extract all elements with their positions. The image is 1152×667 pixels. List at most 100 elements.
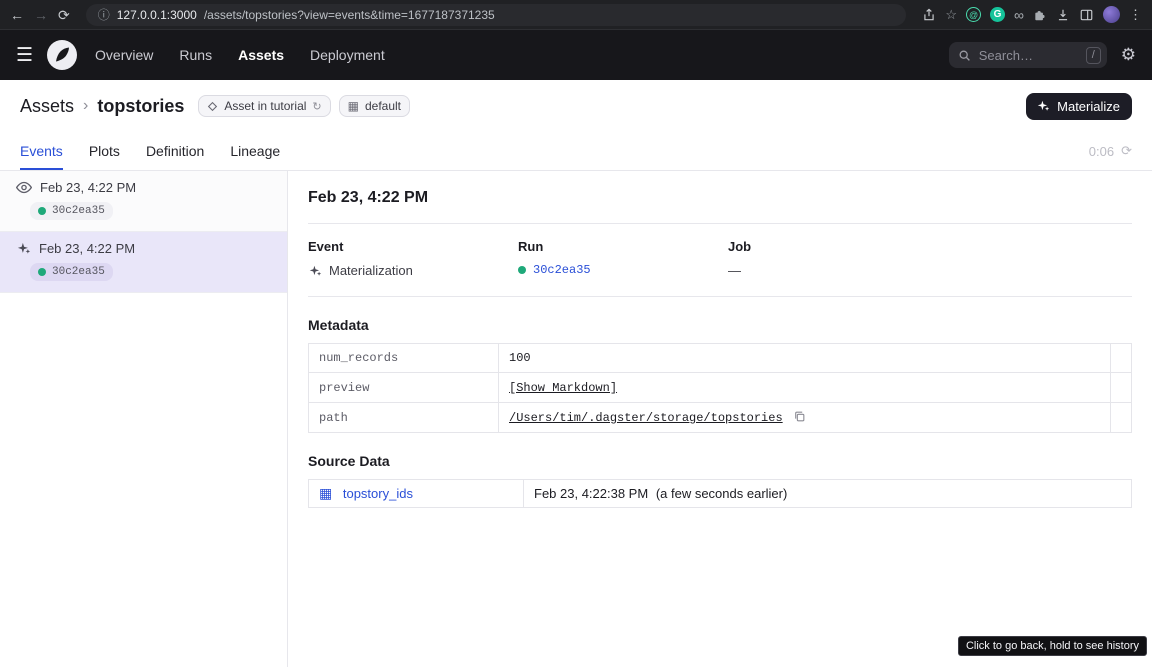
- table-row: ▦ topstory_ids Feb 23, 4:22:38 PM (a few…: [309, 480, 1132, 508]
- search-icon: [958, 49, 971, 62]
- run-tag: 30c2ea35: [30, 202, 113, 220]
- materialization-sparkle-icon: [308, 264, 322, 278]
- table-row: preview [Show Markdown]: [309, 373, 1132, 403]
- tab-events[interactable]: Events: [20, 132, 63, 170]
- main-nav: Overview Runs Assets Deployment: [95, 47, 385, 63]
- event-type-value: Materialization: [329, 263, 413, 278]
- app-nav-bar: ☰ Overview Runs Assets Deployment / ⚙: [0, 30, 1152, 80]
- content-area: Feb 23, 4:22 PM 30c2ea35 Feb 23, 4:22 PM: [0, 171, 1152, 667]
- search-input[interactable]: [977, 47, 1080, 64]
- event-detail-title: Feb 23, 4:22 PM: [308, 189, 1132, 207]
- spacer-cell: [1111, 403, 1132, 433]
- event-time: Feb 23, 4:22 PM: [40, 180, 136, 195]
- materialization-sparkle-icon: [16, 241, 31, 256]
- screen: ← → ⟳ ⓘ 127.0.0.1:3000 /assets/topstorie…: [0, 0, 1152, 667]
- table-row: path /Users/tim/.dagster/storage/topstor…: [309, 403, 1132, 433]
- job-column-label: Job: [728, 239, 1132, 254]
- refresh-icon[interactable]: ⟳: [1121, 143, 1132, 159]
- source-data-section-title: Source Data: [308, 453, 1132, 469]
- run-id: 30c2ea35: [52, 266, 105, 278]
- event-time: Feb 23, 4:22 PM: [39, 241, 135, 256]
- browser-reload-button[interactable]: ⟳: [58, 8, 70, 22]
- breadcrumb-separator: ›: [83, 97, 88, 115]
- tab-definition[interactable]: Definition: [146, 132, 204, 170]
- event-summary-columns: Event Materialization Run 30c2ea35: [308, 224, 1132, 296]
- metadata-table: num_records 100 preview [Show Markdown] …: [308, 343, 1132, 433]
- source-asset-link[interactable]: topstory_ids: [343, 486, 413, 501]
- breadcrumb-assets-link[interactable]: Assets: [20, 96, 74, 117]
- tag-label: default: [365, 99, 401, 113]
- dagster-logo[interactable]: [47, 40, 77, 70]
- browser-menu-icon[interactable]: ⋮: [1129, 7, 1142, 23]
- url-path: /assets/topstories?view=events&time=1677…: [204, 8, 495, 22]
- tag-refresh-icon[interactable]: ↻: [312, 100, 321, 113]
- browser-profile-avatar[interactable]: [1103, 6, 1120, 23]
- nav-item-deployment[interactable]: Deployment: [310, 47, 385, 63]
- refresh-timer: 0:06: [1089, 144, 1114, 159]
- hamburger-menu-icon[interactable]: ☰: [16, 44, 33, 67]
- source-timestamp: Feb 23, 4:22:38 PM: [534, 486, 648, 501]
- table-row: num_records 100: [309, 344, 1132, 373]
- event-list-item-materialization[interactable]: Feb 23, 4:22 PM 30c2ea35: [0, 232, 287, 293]
- job-value: —: [728, 263, 1132, 278]
- materialize-sparkle-icon: [1036, 99, 1050, 113]
- browser-forward-button[interactable]: →: [34, 8, 48, 22]
- run-status-dot: [38, 268, 46, 276]
- infinity-extension-icon[interactable]: ∞: [1014, 7, 1024, 23]
- metadata-key: num_records: [309, 344, 499, 373]
- tag-default-group[interactable]: ▦ default: [339, 95, 410, 117]
- browser-toolbar-icons: ☆ @ G ∞ ⋮: [922, 6, 1142, 23]
- tab-lineage[interactable]: Lineage: [230, 132, 280, 170]
- downloads-icon[interactable]: [1056, 8, 1070, 22]
- run-id: 30c2ea35: [52, 205, 105, 217]
- browser-back-button[interactable]: ←: [10, 8, 24, 22]
- run-tag: 30c2ea35: [30, 263, 113, 281]
- at-extension-icon[interactable]: @: [966, 7, 981, 22]
- group-grid-icon: ▦: [348, 100, 359, 112]
- asset-icon: [207, 101, 218, 112]
- run-id-link[interactable]: 30c2ea35: [533, 263, 591, 277]
- divider: [308, 296, 1132, 297]
- search-box[interactable]: /: [949, 42, 1107, 68]
- event-list-sidebar: Feb 23, 4:22 PM 30c2ea35 Feb 23, 4:22 PM: [0, 171, 288, 667]
- asset-tags: Asset in tutorial ↻ ▦ default: [198, 95, 410, 117]
- asset-page-header: Assets › topstories Asset in tutorial ↻ …: [0, 80, 1152, 132]
- observation-eye-icon: [16, 181, 32, 194]
- event-detail-panel: Feb 23, 4:22 PM Event Materialization Ru…: [288, 171, 1152, 667]
- run-status-dot: [38, 207, 46, 215]
- nav-item-overview[interactable]: Overview: [95, 47, 153, 63]
- metadata-key: path: [309, 403, 499, 433]
- tag-asset-group[interactable]: Asset in tutorial ↻: [198, 95, 330, 117]
- settings-gear-icon[interactable]: ⚙: [1121, 45, 1136, 65]
- share-icon[interactable]: [922, 8, 936, 22]
- nav-item-assets[interactable]: Assets: [238, 47, 284, 63]
- browser-chrome: ← → ⟳ ⓘ 127.0.0.1:3000 /assets/topstorie…: [0, 0, 1152, 30]
- materialize-button-label: Materialize: [1057, 99, 1120, 114]
- page-title: topstories: [97, 96, 184, 117]
- source-data-table: ▦ topstory_ids Feb 23, 4:22:38 PM (a few…: [308, 479, 1132, 508]
- event-list-item-observation[interactable]: Feb 23, 4:22 PM 30c2ea35: [0, 171, 287, 232]
- spacer-cell: [1111, 373, 1132, 403]
- asset-tabs: Events Plots Definition Lineage 0:06 ⟳: [0, 132, 1152, 171]
- nav-item-runs[interactable]: Runs: [179, 47, 212, 63]
- search-shortcut-key: /: [1086, 47, 1101, 64]
- url-host: 127.0.0.1:3000: [117, 8, 197, 22]
- bookmark-star-icon[interactable]: ☆: [945, 7, 957, 23]
- materialize-button[interactable]: Materialize: [1026, 93, 1132, 120]
- back-button-tooltip: Click to go back, hold to see history: [958, 636, 1147, 656]
- page-info-icon[interactable]: ⓘ: [98, 6, 110, 23]
- grammarly-extension-icon[interactable]: G: [990, 7, 1005, 22]
- tag-label: Asset in tutorial: [224, 99, 306, 113]
- spacer-cell: [1111, 344, 1132, 373]
- path-link[interactable]: /Users/tim/.dagster/storage/topstories: [509, 411, 783, 425]
- metadata-key: preview: [309, 373, 499, 403]
- browser-url-bar[interactable]: ⓘ 127.0.0.1:3000 /assets/topstories?view…: [86, 4, 907, 26]
- tab-plots[interactable]: Plots: [89, 132, 120, 170]
- run-column-label: Run: [518, 239, 728, 254]
- extensions-puzzle-icon[interactable]: [1033, 8, 1047, 22]
- show-markdown-link[interactable]: [Show Markdown]: [509, 381, 617, 395]
- metadata-section-title: Metadata: [308, 317, 1132, 333]
- event-column-label: Event: [308, 239, 518, 254]
- copy-path-icon[interactable]: [793, 410, 806, 423]
- side-panel-icon[interactable]: [1079, 8, 1094, 22]
